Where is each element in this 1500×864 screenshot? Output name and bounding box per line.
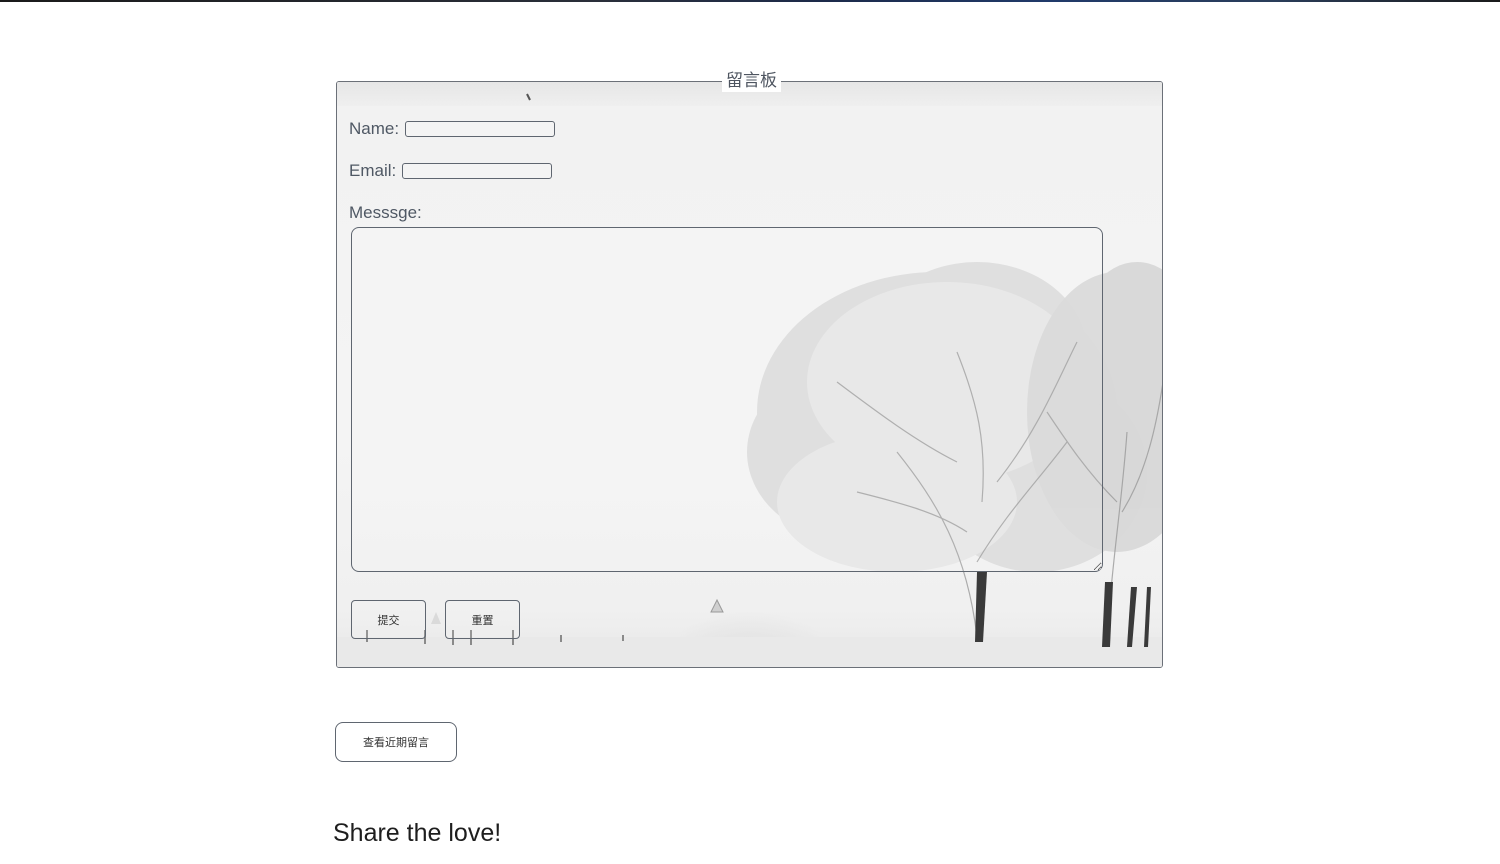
message-label: Messsge:: [349, 203, 422, 222]
guestbook-legend: 留言板: [722, 70, 781, 92]
share-heading: Share the love!: [333, 819, 502, 847]
top-browser-strip: [0, 0, 1500, 2]
reset-button[interactable]: 重置: [445, 600, 520, 639]
message-textarea[interactable]: [351, 227, 1103, 572]
view-recent-messages-button[interactable]: 查看近期留言: [335, 722, 457, 762]
submit-button[interactable]: 提交: [351, 600, 426, 639]
email-label: Email:: [349, 161, 397, 180]
email-input[interactable]: [402, 163, 552, 179]
name-label: Name:: [349, 119, 400, 138]
name-input[interactable]: [405, 121, 555, 137]
